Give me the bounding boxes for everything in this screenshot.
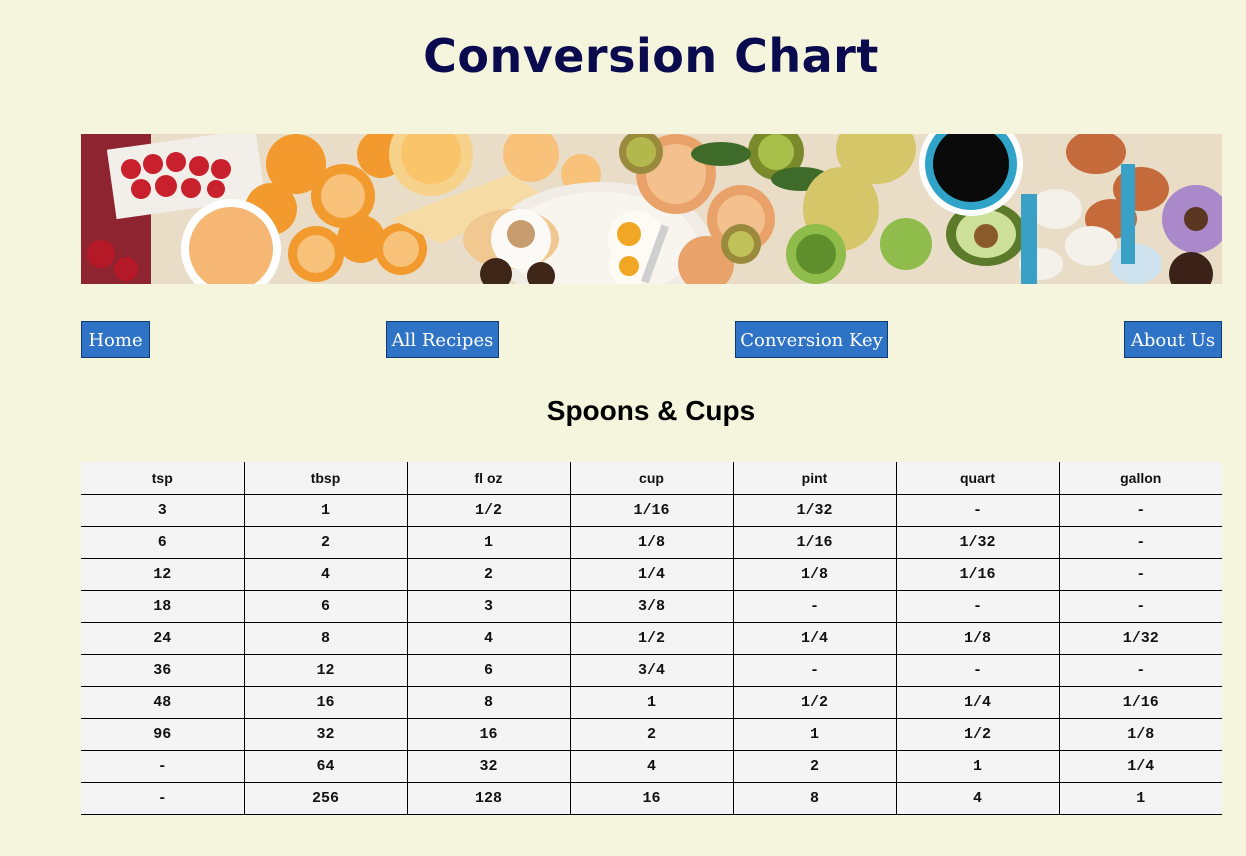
table-cell: - [1058,558,1222,591]
table-row: -256 128 16 8 4 1 [81,782,1222,815]
table-cell: 8 [732,782,896,815]
column-header: cup [569,462,733,495]
table-cell: 1/2 [895,718,1059,751]
table-row: 36 12 6 3/4- - - [81,654,1222,687]
table-cell: 4 [895,782,1059,815]
table-cell: 1/2 [406,494,570,527]
table-cell: 1/2 [732,686,896,719]
table-cell: 2 [406,558,570,591]
table-cell: 24 [81,622,244,655]
table-cell: 48 [81,686,244,719]
column-header: gallon [1058,462,1222,495]
table-row: 3 1 1/2 1/16 1/32- - [81,494,1222,527]
table-cell: 64 [243,750,407,783]
food-banner-image [81,134,1222,284]
table-cell: 36 [81,654,244,687]
table-cell: 16 [569,782,733,815]
table-cell: 256 [243,782,407,815]
table-cell: - [1058,526,1222,559]
table-row: 6 2 1 1/8 1/16 1/32- [81,526,1222,559]
table-cell: 1/32 [895,526,1059,559]
table-cell: 16 [243,686,407,719]
table-row: 18 6 3 3/8- - - [81,590,1222,623]
table-row: -64 32 4 2 1 1/4 [81,750,1222,783]
table-cell: - [895,590,1059,623]
table-cell: 4 [406,622,570,655]
table-cell: 128 [406,782,570,815]
table-cell: 18 [81,590,244,623]
column-header: tsp [81,462,244,495]
conversion-table: tsp tbsp fl oz cup pint quart gallon 311… [81,462,1222,815]
table-cell: 1/16 [1058,686,1222,719]
table-cell: 1/2 [569,622,733,655]
table-cell: 3/8 [569,590,733,623]
table-cell: 1 [895,750,1059,783]
table-header-row: tsp tbsp fl oz cup pint quart gallon [81,462,1222,495]
table-cell: - [81,750,244,783]
column-header: pint [732,462,896,495]
table-cell: 1/16 [569,494,733,527]
table-cell: 8 [406,686,570,719]
table-cell: 4 [243,558,407,591]
table-cell: - [895,654,1059,687]
table-cell: 1 [569,686,733,719]
table-cell: 1/8 [569,526,733,559]
table-cell: 3 [406,590,570,623]
table-cell: 1 [243,494,407,527]
table-cell: 1/32 [732,494,896,527]
table-cell: - [81,782,244,815]
table-cell: 4 [569,750,733,783]
table-cell: 1/4 [569,558,733,591]
column-header: fl oz [406,462,570,495]
column-header: tbsp [243,462,407,495]
table-row: 12 4 2 1/4 1/8 1/16- [81,558,1222,591]
page-title: Conversion Chart [423,29,879,83]
table-cell: - [895,494,1059,527]
table-cell: 1/16 [732,526,896,559]
table-cell: - [1058,494,1222,527]
table-cell: 6 [81,526,244,559]
table-cell: 2 [243,526,407,559]
section-title: Spoons & Cups [546,395,756,426]
table-cell: 96 [81,718,244,751]
table-cell: - [1058,654,1222,687]
table-cell: 2 [732,750,896,783]
table-cell: 6 [243,590,407,623]
table-cell: 2 [569,718,733,751]
nav-home-button[interactable]: Home [81,321,150,358]
table-cell: 1 [732,718,896,751]
table-cell: 8 [243,622,407,655]
table-cell: 1/8 [895,622,1059,655]
table-cell: 1/4 [1058,750,1222,783]
table-cell: 6 [406,654,570,687]
table-row: 24 8 4 1/2 1/4 1/8 1/32 [81,622,1222,655]
table-cell: - [732,654,896,687]
table-cell: - [1058,590,1222,623]
table-cell: - [732,590,896,623]
table-row: 96 32 16 2 1 1/2 1/8 [81,718,1222,751]
table-cell: 1/4 [895,686,1059,719]
table-cell: 1 [406,526,570,559]
table-cell: 1 [1058,782,1222,815]
table-cell: 1/32 [1058,622,1222,655]
table-cell: 1/4 [732,622,896,655]
table-cell: 1/16 [895,558,1059,591]
table-cell: 32 [243,718,407,751]
nav-conversion-key-button[interactable]: Conversion Key [735,321,888,358]
table-cell: 12 [81,558,244,591]
table-cell: 32 [406,750,570,783]
column-header: quart [895,462,1059,495]
table-cell: 12 [243,654,407,687]
nav-about-us-button[interactable]: About Us [1124,321,1222,358]
table-cell: 3/4 [569,654,733,687]
table-cell: 1/8 [732,558,896,591]
table-cell: 16 [406,718,570,751]
table-cell: 3 [81,494,244,527]
table-row: 48 16 8 1 1/2 1/4 1/16 [81,686,1222,719]
table-cell: 1/8 [1058,718,1222,751]
nav-all-recipes-button[interactable]: All Recipes [386,321,499,358]
